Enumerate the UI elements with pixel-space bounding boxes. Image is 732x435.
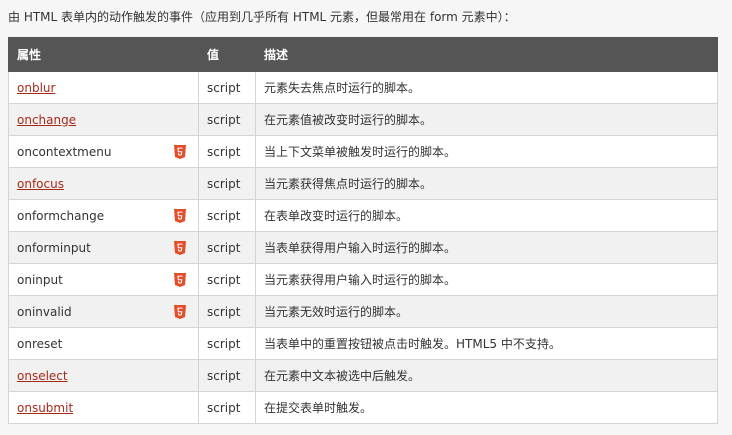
intro-text: 由 HTML 表单内的动作触发的事件（应用到几乎所有 HTML 元素，但最常用在…	[8, 10, 516, 24]
column-header-value: 值	[198, 37, 256, 72]
html5-icon	[174, 272, 186, 287]
attribute-cell: onchange	[8, 103, 199, 136]
description-cell: 元素失去焦点时运行的脚本。	[255, 71, 718, 104]
table-row: onblur script 元素失去焦点时运行的脚本。	[8, 71, 718, 104]
attribute-link[interactable]: onblur	[17, 81, 55, 95]
value-cell: script	[198, 359, 256, 392]
html5-icon	[174, 208, 186, 223]
attribute-name: oninvalid	[17, 304, 72, 319]
value-cell: script	[198, 295, 256, 328]
attribute-cell: onforminput	[8, 231, 199, 264]
attribute-name: oncontextmenu	[17, 144, 112, 159]
table-row: onfocus script 当元素获得焦点时运行的脚本。	[8, 167, 718, 200]
value-cell: script	[198, 391, 256, 424]
value-cell: script	[198, 231, 256, 264]
attribute-name: onformchange	[17, 208, 105, 223]
description-cell: 在表单改变时运行的脚本。	[255, 199, 718, 232]
value-cell: script	[198, 71, 256, 104]
description-cell: 在元素中文本被选中后触发。	[255, 359, 718, 392]
attribute-link[interactable]: onfocus	[17, 177, 64, 191]
description-cell: 当元素无效时运行的脚本。	[255, 295, 718, 328]
description-cell: 在元素值被改变时运行的脚本。	[255, 103, 718, 136]
table-row: onforminput script 当表单获得用户输入时运行的脚本。	[8, 231, 718, 264]
attribute-link[interactable]: onsubmit	[17, 401, 73, 415]
table-body: onblur script 元素失去焦点时运行的脚本。 onchange script 在…	[8, 71, 718, 424]
description-cell: 当元素获得用户输入时运行的脚本。	[255, 263, 718, 296]
table-header-row: 属性 值 描述	[8, 37, 718, 72]
attribute-link[interactable]: onselect	[17, 369, 68, 383]
table-row: onreset script 当表单中的重置按钮被点击时触发。HTML5 中不支持。	[8, 327, 718, 360]
description-cell: 当元素获得焦点时运行的脚本。	[255, 167, 718, 200]
description-cell: 当表单获得用户输入时运行的脚本。	[255, 231, 718, 264]
table-row: oninput script 当元素获得用户输入时运行的脚本。	[8, 263, 718, 296]
table-row: onsubmit script 在提交表单时触发。	[8, 391, 718, 424]
table-row: onformchange script 在表单改变时运行的脚本。	[8, 199, 718, 232]
attribute-cell: onselect	[8, 359, 199, 392]
value-cell: script	[198, 103, 256, 136]
table-row: onselect script 在元素中文本被选中后触发。	[8, 359, 718, 392]
attribute-cell: onsubmit	[8, 391, 199, 424]
value-cell: script	[198, 135, 256, 168]
event-attributes-table: 属性 值 描述 onblur script 元素失去焦点时运行的脚本。 onchang…	[8, 37, 718, 424]
value-cell: script	[198, 263, 256, 296]
attribute-cell: onblur	[8, 71, 199, 104]
description-cell: 当上下文菜单被触发时运行的脚本。	[255, 135, 718, 168]
html5-icon	[174, 144, 186, 159]
attribute-name: onforminput	[17, 240, 91, 255]
attribute-cell: oninput	[8, 263, 199, 296]
column-header-description: 描述	[255, 37, 718, 72]
value-cell: script	[198, 167, 256, 200]
table-row: oncontextmenu script 当上下文菜单被触发时运行的脚本。	[8, 135, 718, 168]
attribute-cell: onfocus	[8, 167, 199, 200]
value-cell: script	[198, 199, 256, 232]
description-cell: 在提交表单时触发。	[255, 391, 718, 424]
html5-icon	[174, 240, 186, 255]
attribute-name: oninput	[17, 272, 63, 287]
page: 由 HTML 表单内的动作触发的事件（应用到几乎所有 HTML 元素，但最常用在…	[0, 0, 732, 435]
table-row: oninvalid script 当元素无效时运行的脚本。	[8, 295, 718, 328]
attribute-name: onreset	[17, 336, 63, 351]
table-row: onchange script 在元素值被改变时运行的脚本。	[8, 103, 718, 136]
html5-icon	[174, 304, 186, 319]
attribute-cell: onformchange	[8, 199, 199, 232]
value-cell: script	[198, 327, 256, 360]
description-cell: 当表单中的重置按钮被点击时触发。HTML5 中不支持。	[255, 327, 718, 360]
attribute-cell: onreset	[8, 327, 199, 360]
attribute-cell: oncontextmenu	[8, 135, 199, 168]
attribute-link[interactable]: onchange	[17, 113, 76, 127]
column-header-attribute: 属性	[8, 37, 199, 72]
attribute-cell: oninvalid	[8, 295, 199, 328]
